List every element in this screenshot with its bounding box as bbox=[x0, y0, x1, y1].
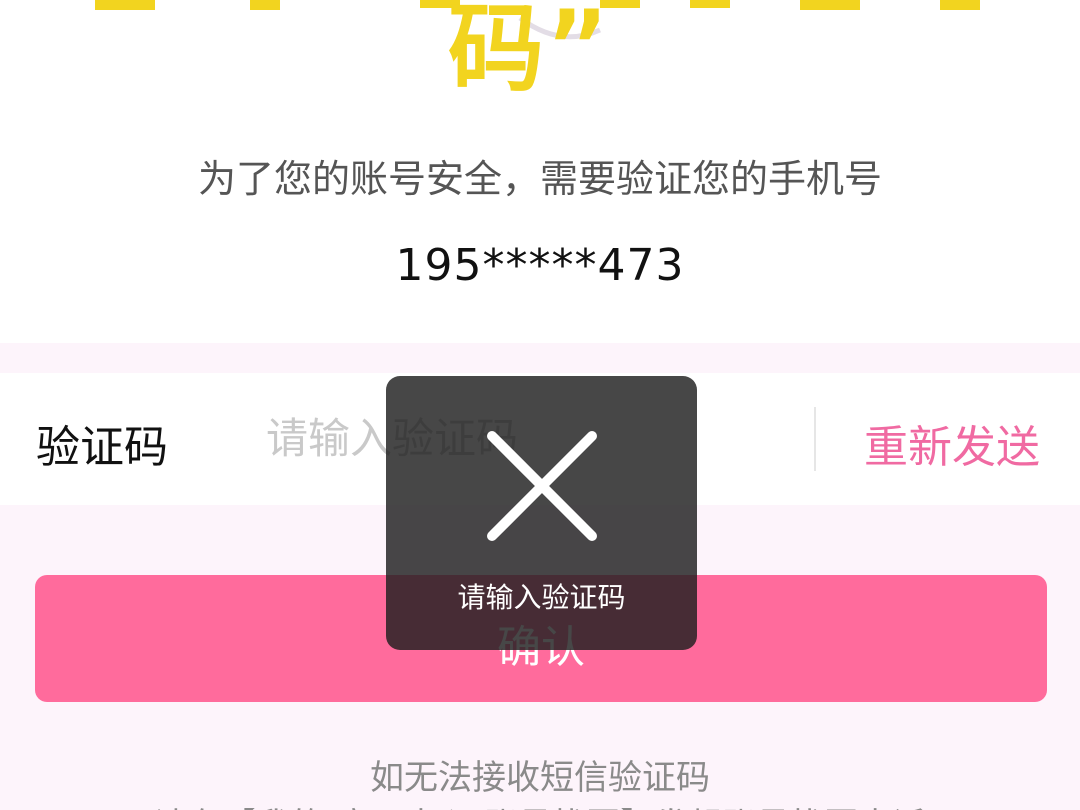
toast-text: 请输入验证码 bbox=[457, 581, 626, 614]
pixel-title-text: 码” bbox=[448, 0, 610, 105]
field-divider bbox=[814, 407, 816, 471]
pixel-title-banner: 码” bbox=[0, 0, 1080, 120]
close-icon bbox=[487, 431, 597, 541]
resend-code-button[interactable]: 重新发送 bbox=[864, 411, 1040, 475]
toast-message: 请输入验证码 bbox=[386, 376, 697, 650]
help-text-line2: 请在【我的-应用中心-账号找回】发起账号找回申诉 bbox=[0, 798, 1080, 810]
masked-phone-number: 195*****473 bbox=[395, 240, 685, 291]
code-label: 验证码 bbox=[36, 422, 168, 473]
help-text-line1: 如无法接收短信验证码 bbox=[370, 758, 710, 798]
verify-subtitle: 为了您的账号安全，需要验证您的手机号 bbox=[197, 157, 882, 201]
verification-page: 码” 为了您的账号安全，需要验证您的手机号 195*****473 验证码 重新… bbox=[0, 0, 1080, 810]
